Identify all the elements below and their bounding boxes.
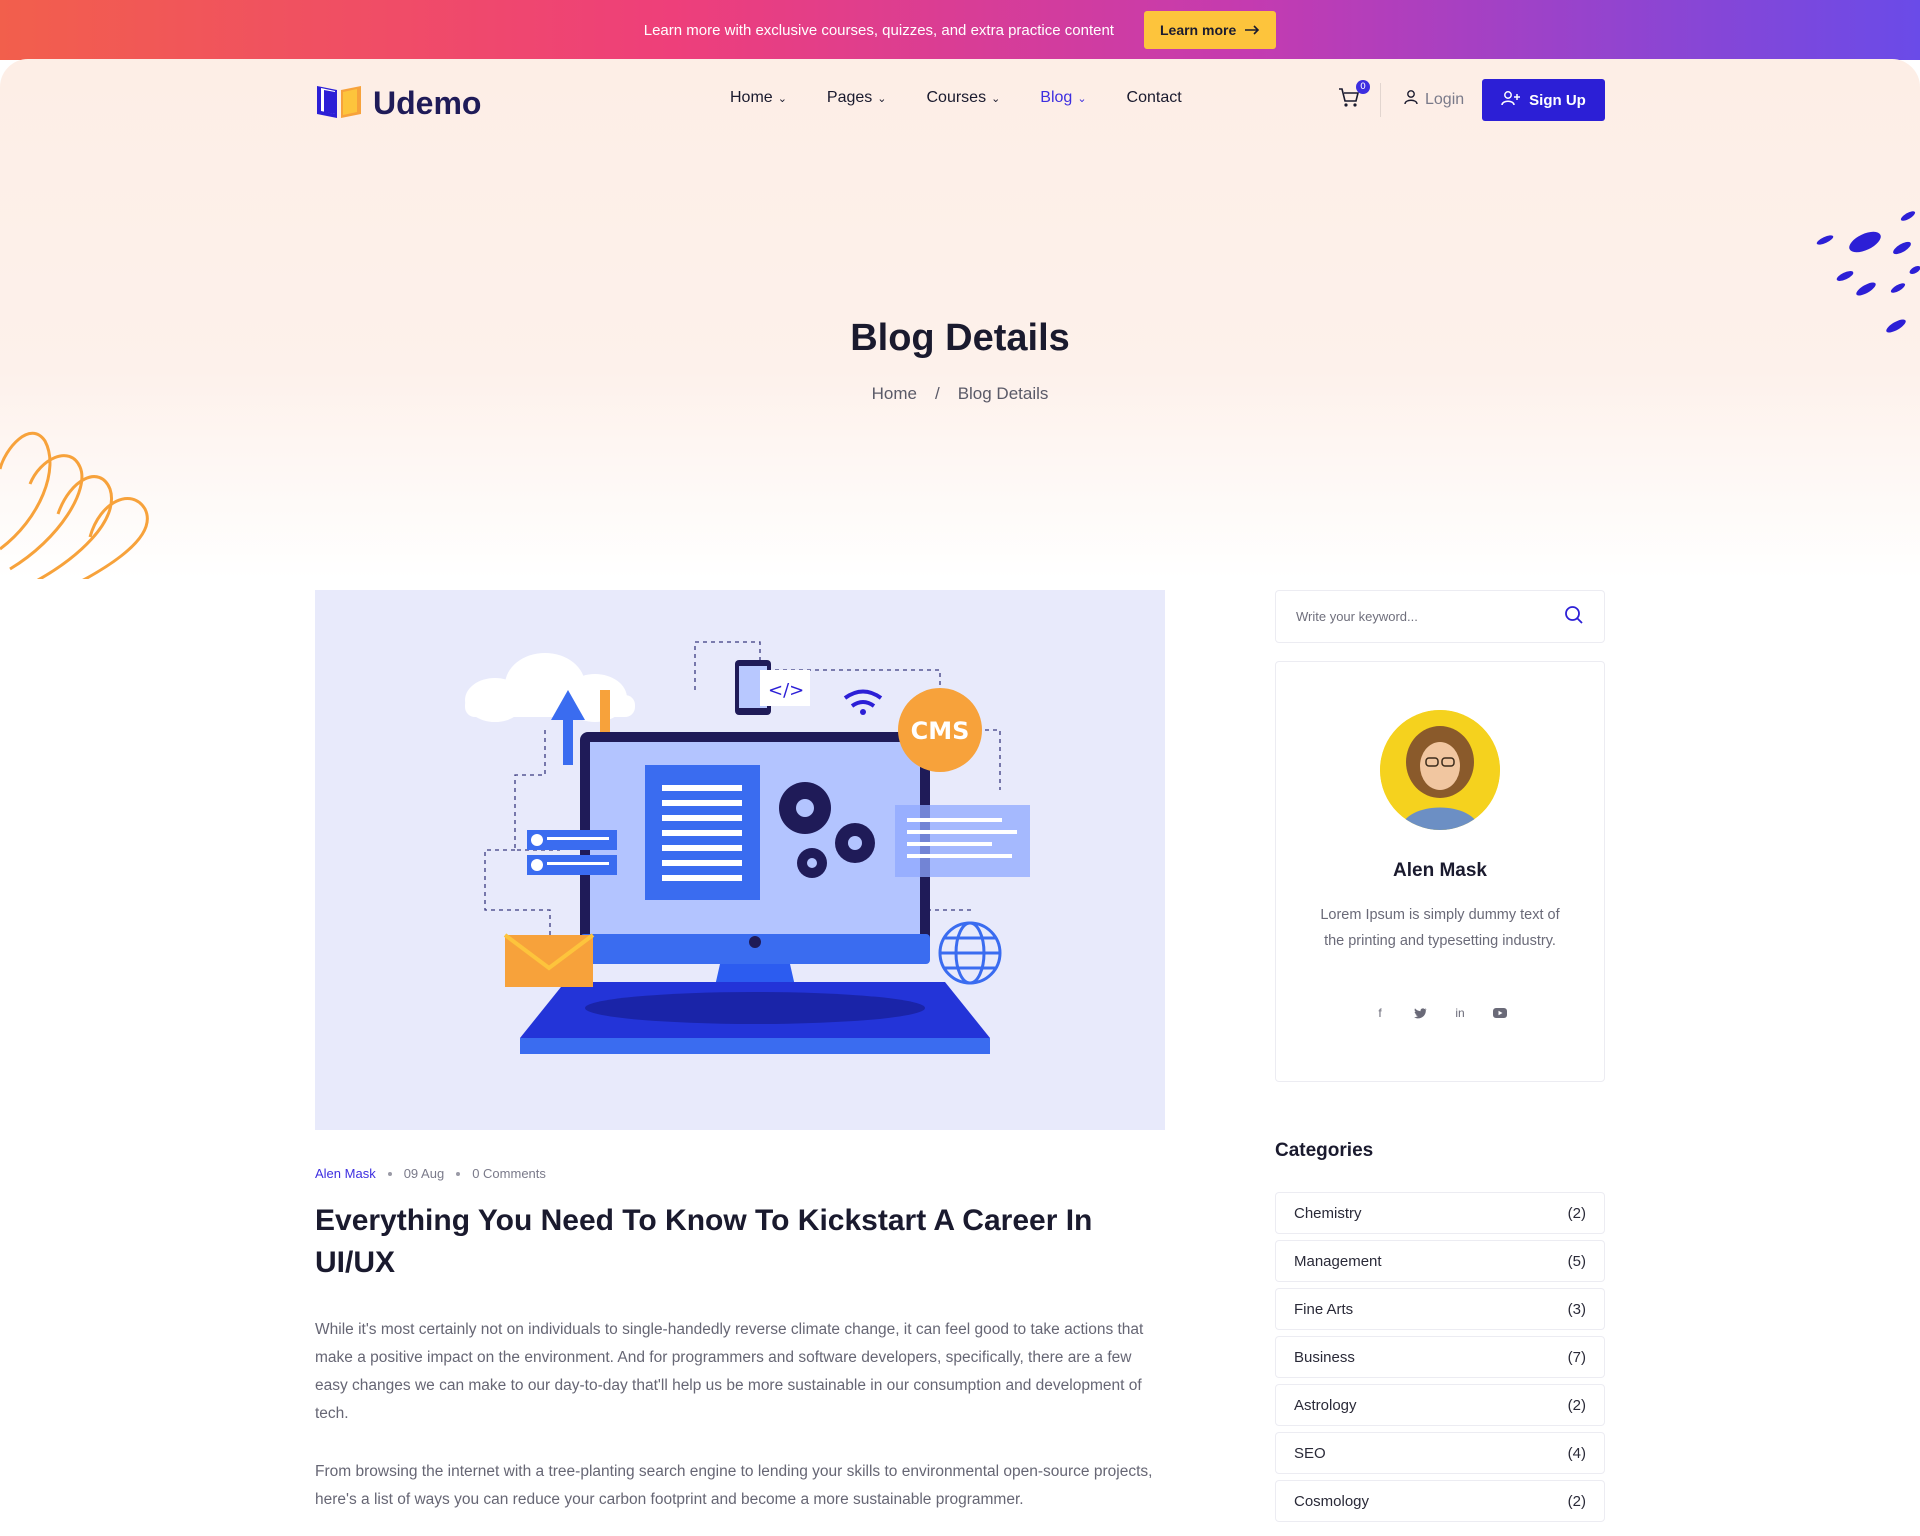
facebook-icon[interactable]: f [1373,1006,1387,1020]
category-count: (2) [1567,1396,1586,1414]
category-name: Management [1294,1252,1382,1270]
cart-icon [1338,88,1360,112]
nav-label: Contact [1126,89,1182,106]
category-name: Business [1294,1348,1355,1366]
post-paragraph: While it's most certainly not on individ… [315,1321,1144,1422]
promo-bar: Learn more with exclusive courses, quizz… [0,0,1920,60]
post-author-link[interactable]: Alen Mask [315,1166,376,1181]
cart-button[interactable]: 0 [1338,80,1370,112]
youtube-icon[interactable] [1493,1006,1507,1020]
meta-separator [387,1171,392,1176]
category-item[interactable]: Management (5) [1275,1240,1605,1282]
signup-label: Sign Up [1529,91,1586,109]
cms-badge-text: CMS [911,717,970,745]
search-icon[interactable] [1564,605,1584,629]
breadcrumb-home[interactable]: Home [872,384,917,404]
login-link[interactable]: Login [1403,89,1464,110]
post-date: 09 Aug [403,1166,445,1181]
chevron-down-icon: ⌄ [1077,92,1087,105]
user-icon [1403,89,1419,110]
post-meta: Alen Mask 09 Aug 0 Comments [315,1166,546,1181]
chevron-down-icon: ⌄ [877,92,887,105]
category-item[interactable]: Business (7) [1275,1336,1605,1378]
category-item[interactable]: Chemistry (2) [1275,1192,1605,1234]
category-name: Astrology [1294,1396,1357,1414]
learn-more-label: Learn more [1159,22,1237,38]
chevron-down-icon: ⌄ [777,92,787,105]
signup-button[interactable]: Sign Up [1482,79,1605,121]
categories-list: Chemistry (2) Management (5) Fine Arts (… [1275,1192,1605,1528]
nav-label: Blog [1040,89,1073,106]
twitter-icon[interactable] [1413,1006,1427,1020]
author-bio: Lorem Ipsum is simply dummy text of the … [1320,907,1560,949]
chevron-down-icon: ⌄ [991,92,1001,105]
linkedin-icon[interactable]: in [1453,1006,1467,1020]
search-input[interactable] [1296,609,1536,624]
arrow-right-icon [1244,22,1260,38]
social-links: f in [1276,1006,1604,1020]
nav-item-pages[interactable]: Pages ⌄ [827,89,887,107]
page-hero: Udemo Home ⌄ Pages ⌄ Courses ⌄ Blog ⌄ Co… [0,59,1920,579]
user-plus-icon [1501,90,1521,110]
blog-feature-image: </> CMS [315,590,1165,1130]
category-name: SEO [1294,1444,1326,1462]
nav-label: Home [730,89,773,106]
categories-heading: Categories [1275,1140,1374,1161]
promo-text: Learn more with exclusive courses, quizz… [643,21,1114,39]
post-comments-count[interactable]: 0 Comments [472,1166,546,1181]
category-name: Chemistry [1294,1204,1362,1222]
category-name: Fine Arts [1294,1300,1354,1318]
sidebar-search [1275,590,1605,643]
learn-more-button[interactable]: Learn more [1143,11,1277,49]
svg-text:</>: </> [768,680,804,701]
squiggle-decoration [0,429,160,579]
nav-item-blog[interactable]: Blog ⌄ [1040,89,1086,107]
login-label: Login [1425,90,1465,108]
category-item[interactable]: Cosmology (2) [1275,1480,1605,1522]
logo-wordmark: Udemo [373,84,482,121]
site-logo[interactable]: Udemo [315,82,481,124]
breadcrumb-current: Blog Details [957,384,1049,403]
author-card: Alen Mask Lorem Ipsum is simply dummy te… [1275,661,1605,1082]
dash-decoration [1800,204,1920,348]
book-logo-icon [315,82,363,124]
nav-label: Courses [926,89,987,106]
meta-separator [456,1171,461,1176]
category-count: (3) [1567,1300,1586,1318]
category-count: (2) [1567,1204,1586,1222]
category-count: (7) [1567,1348,1586,1366]
nav-label: Pages [826,89,873,106]
breadcrumb: Home / Blog Details [0,384,1920,404]
page-title: Blog Details [850,317,1070,359]
avatar [1380,710,1500,830]
category-item[interactable]: Astrology (2) [1275,1384,1605,1426]
author-name: Alen Mask [1393,860,1487,881]
post-title: Everything You Need To Know To Kickstart… [315,1204,1093,1279]
post-paragraph: From browsing the internet with a tree-p… [315,1463,1153,1508]
breadcrumb-separator: / [934,384,940,403]
category-count: (5) [1567,1252,1586,1270]
category-item[interactable]: SEO (4) [1275,1432,1605,1474]
main-nav: Home ⌄ Pages ⌄ Courses ⌄ Blog ⌄ Contact [730,89,1182,107]
category-name: Cosmology [1294,1492,1370,1510]
category-count: (4) [1567,1444,1586,1462]
category-count: (2) [1567,1492,1586,1510]
category-item[interactable]: Fine Arts (3) [1275,1288,1605,1330]
cart-count-badge: 0 [1356,80,1370,94]
nav-item-home[interactable]: Home ⌄ [730,89,787,107]
nav-item-courses[interactable]: Courses ⌄ [927,89,1001,107]
nav-item-contact[interactable]: Contact [1127,89,1182,107]
header-divider [1380,83,1381,117]
